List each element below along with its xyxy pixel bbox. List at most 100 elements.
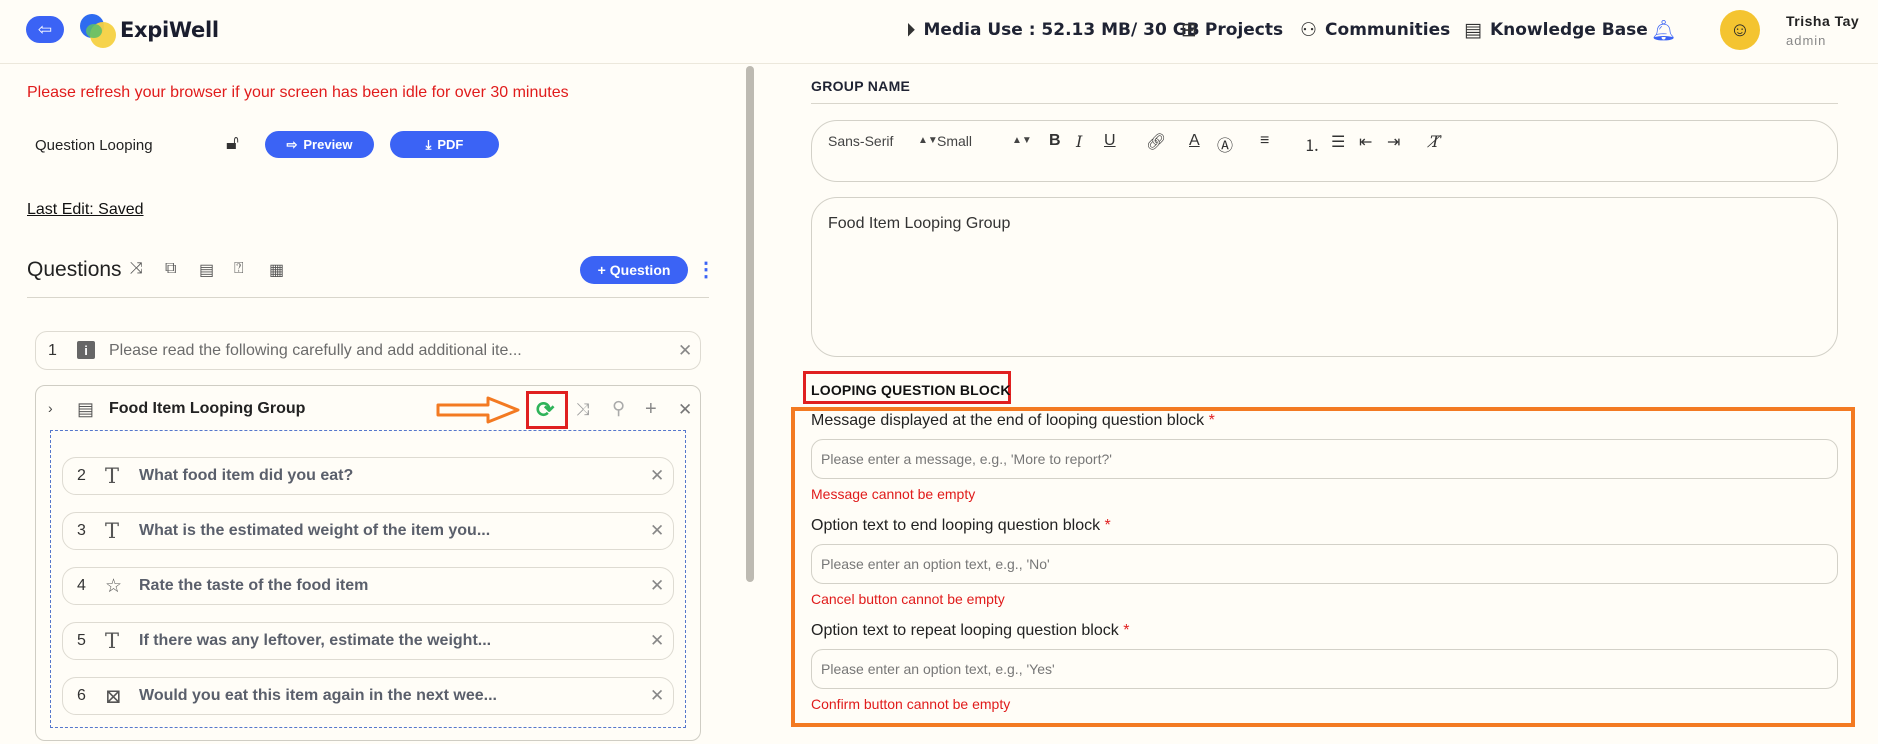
question-text: If there was any leftover, estimate the … [139, 632, 492, 649]
ordered-list-icon[interactable]: ⒈ [1304, 132, 1320, 156]
media-use-indicator: ⏵ Media Use : 52.13 MB/ 30 GB [906, 19, 1200, 41]
link-icon[interactable]: 🔗︎ [1146, 132, 1166, 152]
group-question-row[interactable]: 3 T What is the estimated weight of the … [62, 512, 674, 550]
font-size-select[interactable]: Small [937, 133, 972, 149]
calendar-icon[interactable]: ▦ [269, 260, 284, 280]
chevron-updown-icon: ▲▼ [1012, 135, 1032, 146]
checkbox-cross-icon: ⊠ [105, 684, 122, 708]
group-question-row[interactable]: 4 ☆ Rate the taste of the food item ✕ [62, 567, 674, 605]
question-number: 3 [77, 522, 86, 539]
media-use-text: Media Use : 52.13 MB/ 30 GB [923, 20, 1200, 40]
text-type-icon: T [105, 629, 120, 653]
close-icon[interactable]: ✕ [650, 466, 664, 486]
list-icon: ▤ [77, 399, 95, 419]
font-family-value: Sans-Serif [828, 133, 894, 149]
close-icon[interactable]: ✕ [650, 576, 664, 596]
font-family-select[interactable]: Sans-Serif [828, 133, 893, 149]
plus-icon[interactable]: + [645, 398, 657, 421]
group-question-row[interactable]: 2 T What food item did you eat? ✕ [62, 457, 674, 495]
question-number: 2 [77, 467, 86, 484]
user-name: Trisha Tay [1786, 13, 1860, 29]
avatar[interactable]: ☺ [1720, 10, 1760, 50]
question-number: 5 [77, 632, 86, 649]
bell-icon[interactable]: 🔔︎ [1651, 18, 1676, 43]
nav-projects-label: Projects [1204, 20, 1284, 40]
indent-icon[interactable]: ⇥ [1387, 132, 1400, 152]
rich-text-toolbar: Sans-Serif ▲▼ Small ▲▼ B I U 🔗︎ A Ⓐ ≡ ⒈ … [811, 120, 1838, 182]
end-message-input[interactable]: Please enter a message, e.g., 'More to r… [811, 439, 1838, 479]
looping-question-block-label: LOOPING QUESTION BLOCK [811, 382, 1011, 398]
repeat-option-label: Option text to repeat looping question b… [811, 622, 1130, 639]
text-type-icon: T [105, 464, 120, 488]
font-size-value: Small [937, 133, 973, 149]
group-name-divider [811, 103, 1838, 104]
highlight-color-icon[interactable]: Ⓐ [1217, 132, 1233, 156]
text-color-icon[interactable]: A [1189, 132, 1200, 150]
question-text: What is the estimated weight of the item… [139, 522, 491, 539]
underline-icon[interactable]: U [1104, 132, 1116, 150]
repeat-option-error: Confirm button cannot be empty [811, 696, 1011, 712]
brand-name: ExpiWell [120, 18, 219, 42]
close-icon[interactable]: ✕ [678, 341, 692, 361]
question-text: Rate the taste of the food item [139, 577, 369, 594]
help-icon[interactable]: ⍰ [234, 260, 244, 278]
close-icon[interactable]: ✕ [650, 631, 664, 651]
unlock-icon[interactable]: 🔓︎ [226, 132, 239, 155]
nav-knowledge-base[interactable]: ▤ Knowledge Base [1464, 19, 1648, 41]
download-icon: ⤓ [425, 136, 432, 152]
copy-icon[interactable]: ⧉ [165, 260, 176, 278]
user-role: admin [1786, 33, 1827, 48]
shuffle-icon[interactable]: ⤨ [576, 400, 590, 420]
left-panel-scrollbar[interactable] [746, 66, 754, 582]
end-option-input[interactable]: Please enter an option text, e.g., 'No' [811, 544, 1838, 584]
group-question-row[interactable]: 6 ⊠ Would you eat this item again in the… [62, 677, 674, 715]
chevron-updown-icon: ▲▼ [918, 135, 938, 146]
preview-button[interactable]: ⇨ Preview [265, 131, 374, 158]
expiwell-logo [80, 14, 116, 50]
play-circle-icon: ⏵ [906, 19, 916, 41]
info-icon: i [77, 341, 95, 359]
end-message-error: Message cannot be empty [811, 486, 976, 502]
align-icon[interactable]: ≡ [1260, 132, 1269, 150]
last-edit-status[interactable]: Last Edit: Saved [27, 201, 144, 219]
list-icon[interactable]: ▤ [199, 260, 214, 280]
back-button[interactable]: ⇦ [26, 16, 64, 43]
italic-icon[interactable]: I [1076, 132, 1082, 151]
plus-icon: + [597, 262, 606, 278]
star-icon: ☆ [105, 575, 123, 597]
refresh-notice: Please refresh your browser if your scre… [27, 84, 569, 101]
group-question-row[interactable]: 5 T If there was any leftover, estimate … [62, 622, 674, 660]
outdent-icon[interactable]: ⇤ [1359, 132, 1372, 152]
close-icon[interactable]: ✕ [678, 400, 692, 420]
repeat-option-label-text: Option text to repeat looping question b… [811, 622, 1119, 639]
back-arrow-icon: ⇦ [37, 19, 53, 39]
more-options-icon[interactable]: ⋮ [696, 257, 716, 282]
add-question-label: Question [609, 262, 671, 278]
shuffle-icon[interactable]: ⤨ [130, 260, 143, 278]
question-text: Please read the following carefully and … [109, 342, 522, 359]
nav-communities[interactable]: ⚇ Communities [1300, 19, 1450, 41]
repeat-option-placeholder: Please enter an option text, e.g., 'Yes' [821, 661, 1055, 677]
repeat-option-input[interactable]: Please enter an option text, e.g., 'Yes' [811, 649, 1838, 689]
end-option-error: Cancel button cannot be empty [811, 591, 1005, 607]
end-option-label-text: Option text to end looping question bloc… [811, 517, 1101, 534]
pdf-button[interactable]: ⤓ PDF [390, 131, 499, 158]
branch-icon[interactable]: ⚲ [612, 398, 625, 419]
clear-format-icon[interactable]: T̸ [1430, 132, 1441, 151]
user-icon: ☺ [1729, 18, 1751, 41]
group-name-label: GROUP NAME [811, 78, 911, 94]
close-icon[interactable]: ✕ [650, 521, 664, 541]
question-number: 1 [48, 342, 57, 359]
sync-loop-icon[interactable]: ⟳ [536, 397, 554, 423]
nav-projects[interactable]: ⊞ Projects [1181, 19, 1283, 41]
preview-label: Preview [303, 137, 353, 152]
book-icon: ▤ [1464, 19, 1482, 41]
group-name-editor[interactable]: Food Item Looping Group [811, 197, 1838, 357]
close-icon[interactable]: ✕ [650, 686, 664, 706]
add-question-button[interactable]: + Question [580, 256, 688, 284]
bullet-list-icon[interactable]: ☰ [1331, 132, 1345, 152]
question-number: 6 [77, 687, 86, 704]
pdf-label: PDF [437, 137, 464, 152]
chevron-right-icon[interactable]: › [48, 400, 53, 416]
bold-icon[interactable]: B [1049, 132, 1061, 150]
